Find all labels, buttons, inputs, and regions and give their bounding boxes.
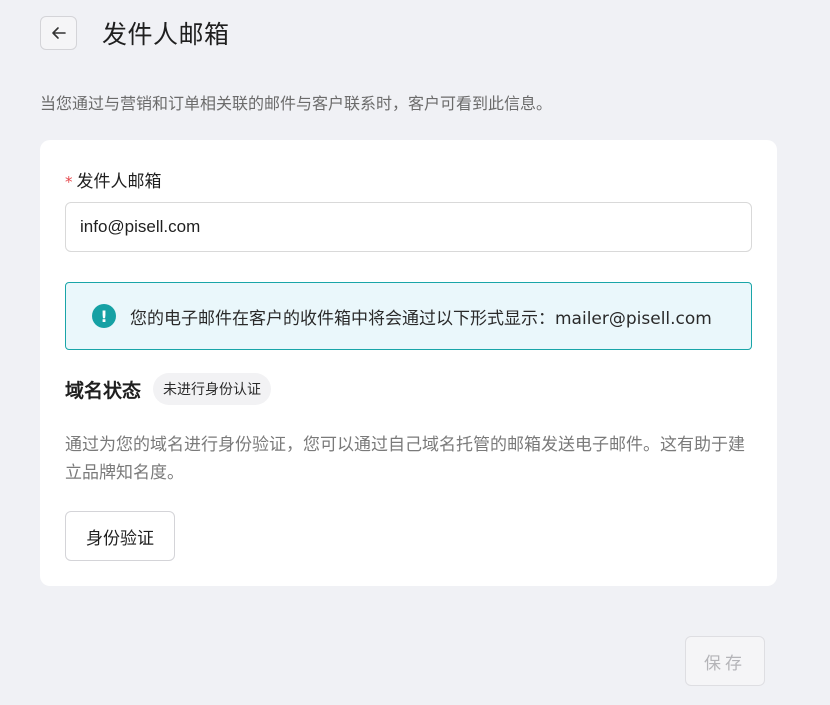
save-button[interactable]: 保存 — [685, 636, 765, 686]
required-mark: * — [65, 173, 73, 191]
sender-email-label-text: 发件人邮箱 — [76, 172, 162, 192]
sender-email-label: * 发件人邮箱 — [65, 167, 162, 192]
display-info-alert: ! 您的电子邮件在客户的收件箱中将会通过以下形式显示：mailer@pisell… — [65, 282, 752, 350]
back-button[interactable] — [40, 16, 77, 50]
arrow-left-icon — [51, 27, 66, 39]
exclamation-circle-icon: ! — [92, 304, 116, 328]
domain-status-title: 域名状态 — [65, 379, 142, 402]
domain-status-row: 域名状态 未进行身份认证 — [65, 373, 272, 405]
sender-email-card: *发件人邮箱 ! 您的电子邮件在客户的收件箱中将会通过以下形式显示：mailer… — [40, 140, 777, 586]
header: 发件人邮箱 — [40, 15, 230, 51]
page-subtitle: 当您通过与营销和订单相关联的邮件与客户联系时，客户可看到此信息。 — [40, 94, 553, 113]
page-title: 发件人邮箱 — [102, 20, 230, 49]
page: 发件人邮箱 当您通过与营销和订单相关联的邮件与客户联系时，客户可看到此信息。 *… — [0, 0, 830, 705]
sender-email-input[interactable] — [65, 202, 752, 252]
status-badge: 未进行身份认证 — [153, 373, 272, 405]
domain-description: 通过为您的域名进行身份验证，您可以通过自己域名托管的邮箱发送电子邮件。这有助于建… — [65, 435, 745, 483]
verify-button[interactable]: 身份验证 — [65, 511, 175, 561]
alert-text: 您的电子邮件在客户的收件箱中将会通过以下形式显示：mailer@pisell.c… — [130, 308, 712, 329]
